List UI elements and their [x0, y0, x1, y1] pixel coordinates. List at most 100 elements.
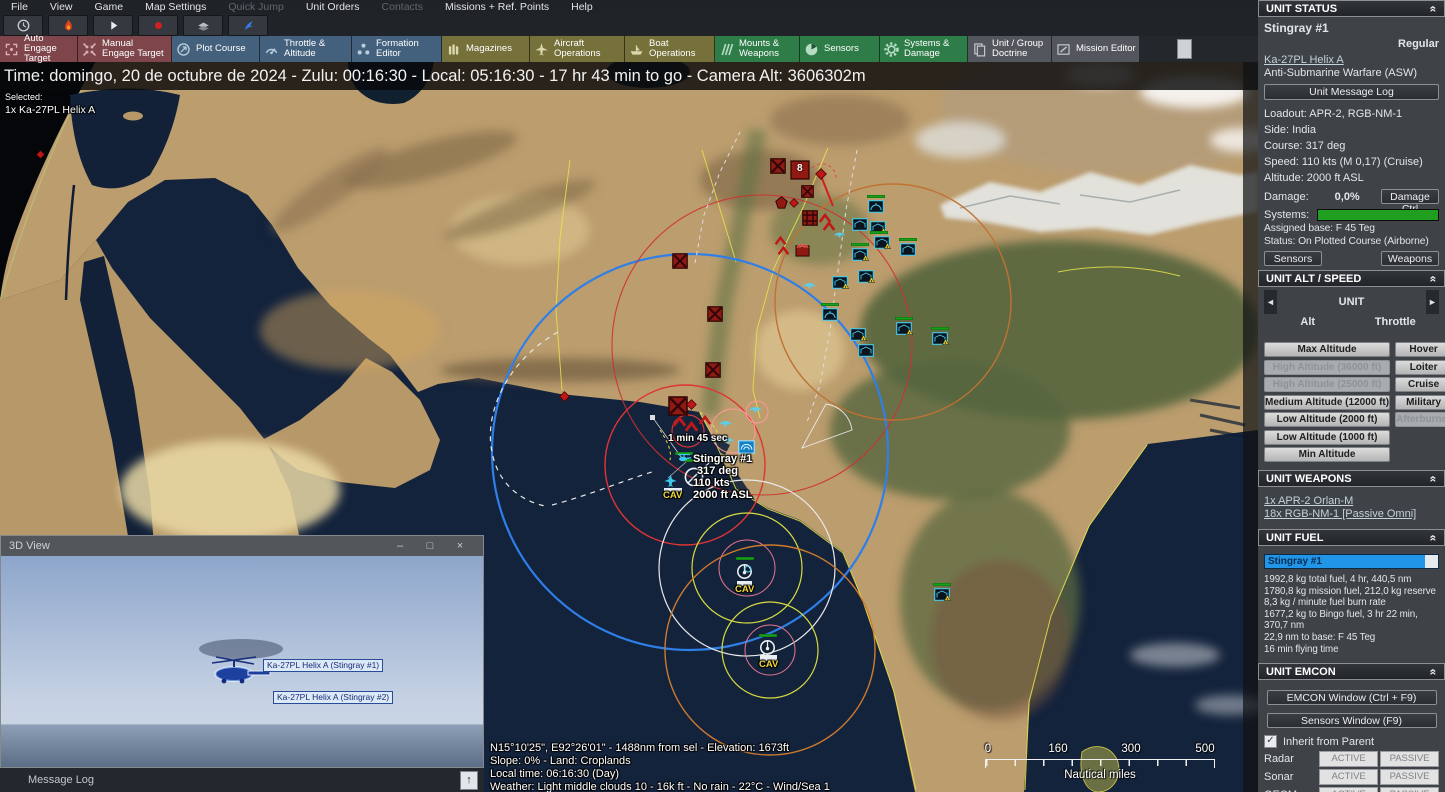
fuel-unit-selector[interactable]: Stingray #1 [1264, 554, 1439, 569]
throttle-military-button[interactable]: Military [1395, 395, 1445, 410]
throttle-hover-button[interactable]: Hover [1395, 342, 1445, 357]
close-icon[interactable]: × [445, 540, 475, 552]
throttle-loiter-button[interactable]: Loiter [1395, 360, 1445, 375]
menu-unit-orders[interactable]: Unit Orders [295, 1, 371, 13]
menu-help[interactable]: Help [560, 1, 604, 13]
loadout-line: Loadout: APR-2, RGB-NM-1 [1264, 108, 1439, 120]
alt-min-button[interactable]: Min Altitude [1264, 447, 1390, 462]
scope-prev-button[interactable]: ◄ [1264, 290, 1277, 314]
auto-engage-target-button[interactable]: Auto Engage Target [0, 36, 78, 62]
sea-horizon [1, 724, 483, 767]
formation-editor-button[interactable]: Formation Editor [352, 36, 442, 62]
unit-emcon-header[interactable]: UNIT EMCON« [1258, 663, 1445, 680]
throttle-icon [263, 41, 280, 58]
menu-view[interactable]: View [39, 1, 84, 13]
scale-tick-2: 300 [1121, 743, 1140, 755]
menu-missions-ref-points[interactable]: Missions + Ref. Points [434, 1, 560, 13]
menu-map-settings[interactable]: Map Settings [134, 1, 217, 13]
boat-operations-button[interactable]: Boat Operations [625, 36, 715, 62]
maximize-icon[interactable]: □ [415, 540, 445, 552]
plot-course-icon [175, 41, 192, 58]
clock-icon [16, 18, 31, 33]
formation-label-ship1: CAV [735, 584, 754, 595]
record-button[interactable] [138, 15, 178, 36]
play-button[interactable] [93, 15, 133, 36]
doctrine-icon [971, 41, 988, 58]
toolbar-overflow-button[interactable] [1177, 39, 1192, 59]
menu-file[interactable]: File [0, 1, 39, 13]
oecm-active-button[interactable]: ACTIVE [1319, 787, 1378, 792]
damage-value: 0,0% [1335, 191, 1360, 203]
minimize-icon[interactable]: – [385, 540, 415, 552]
fuel-selector-scroll[interactable] [1425, 555, 1438, 568]
sidebar-scrollbar[interactable] [1243, 0, 1258, 792]
message-log-bar[interactable]: Message Log ↑ [0, 768, 484, 792]
damage-label: Damage: [1264, 191, 1309, 203]
menu-game[interactable]: Game [84, 1, 135, 13]
toolbar-end [1140, 36, 1258, 62]
mounts-weapons-button[interactable]: Mounts & Weapons [715, 36, 800, 62]
status-line: Status: On Plotted Course (Airborne) [1264, 236, 1439, 247]
viewer-3d-titlebar[interactable]: 3D View – □ × [1, 536, 483, 556]
plot-course-button[interactable]: Plot Course [172, 36, 260, 62]
unit-weapons-header[interactable]: UNIT WEAPONS« [1258, 470, 1445, 487]
unit-speed-label: 110 kts [693, 477, 753, 489]
sensors-button-toolbar[interactable]: Sensors [800, 36, 880, 62]
layers-button[interactable] [183, 15, 223, 36]
radar-active-button[interactable]: ACTIVE [1319, 751, 1378, 767]
alt-max-button[interactable]: Max Altitude [1264, 342, 1390, 357]
damage-ctrl-button[interactable]: Damage Ctrl [1381, 189, 1439, 204]
weapons-button[interactable]: Weapons [1381, 251, 1439, 266]
unit-message-log-button[interactable]: Unit Message Log [1264, 84, 1439, 100]
emcon-window-button[interactable]: EMCON Window (Ctrl + F9) [1267, 690, 1437, 705]
fuel-unit-selected: Stingray #1 [1265, 555, 1425, 568]
collapse-chevron-icon[interactable]: « [1427, 275, 1441, 282]
fuel-line: 1992,8 kg total fuel, 4 hr, 440,5 nm [1264, 574, 1439, 586]
scale-tick-1: 160 [1048, 743, 1067, 755]
manual-engage-target-button[interactable]: Manual Engage Target [78, 36, 172, 62]
unit-status-header[interactable]: UNIT STATUS« [1258, 0, 1445, 17]
magazines-button[interactable]: Magazines [442, 36, 530, 62]
collapse-chevron-icon[interactable]: « [1427, 668, 1441, 675]
fuel-line: 8,3 kg / minute fuel burn rate [1264, 597, 1439, 609]
radar-passive-button[interactable]: PASSIVE [1380, 751, 1439, 767]
sonar-active-button[interactable]: ACTIVE [1319, 769, 1378, 785]
sensors-window-button[interactable]: Sensors Window (F9) [1267, 713, 1437, 728]
jump-pin-button[interactable] [228, 15, 268, 36]
unit-fuel-header[interactable]: UNIT FUEL« [1258, 529, 1445, 546]
mission-editor-button[interactable]: Mission Editor [1052, 36, 1140, 62]
weapon-link-2[interactable]: 18x RGB-NM-1 [Passive Omni] [1264, 508, 1416, 520]
unit-alt-speed-header[interactable]: UNIT ALT / SPEED« [1258, 270, 1445, 287]
heli-label-1: Ka-27PL Helix A (Stingray #1) [263, 659, 383, 672]
alt-low2000-button[interactable]: Low Altitude (2000 ft) [1264, 412, 1390, 427]
throttle-altitude-button[interactable]: Throttle & Altitude [260, 36, 352, 62]
inherit-parent-checkbox[interactable]: ✓ [1264, 735, 1277, 748]
mounts-icon [718, 41, 735, 58]
map-scale-bar: 0 160 300 500 Nautical miles [985, 743, 1215, 781]
unit-group-doctrine-button[interactable]: Unit / Group Doctrine [968, 36, 1052, 62]
sensors-button[interactable]: Sensors [1264, 251, 1322, 266]
weapon-link-1[interactable]: 1x APR-2 Orlan-M [1264, 495, 1353, 507]
oecm-passive-button[interactable]: PASSIVE [1380, 787, 1439, 792]
collapse-chevron-icon[interactable]: « [1427, 475, 1441, 482]
jump-pin-icon [241, 18, 256, 33]
unit-name-label: Stingray #1 [693, 453, 753, 465]
alt-medium-button[interactable]: Medium Altitude (12000 ft) [1264, 395, 1390, 410]
aircraft-type-link[interactable]: Ka-27PL Helix A [1264, 54, 1344, 66]
viewer-3d-scene[interactable]: Ka-27PL Helix A (Stingray #1) Ka-27PL He… [1, 556, 483, 767]
scope-next-button[interactable]: ► [1426, 290, 1439, 314]
viewer-3d-window[interactable]: 3D View – □ × Ka-27PL Helix A (Stingray … [0, 535, 484, 768]
play-icon [106, 18, 121, 33]
alt-high36-button: High Altitude (36000 ft) [1264, 360, 1390, 375]
systems-damage-button[interactable]: Systems & Damage [880, 36, 968, 62]
message-log-expand-button[interactable]: ↑ [460, 771, 478, 790]
flame-button[interactable] [48, 15, 88, 36]
throttle-column-label: Throttle [1352, 316, 1440, 328]
sonar-passive-button[interactable]: PASSIVE [1380, 769, 1439, 785]
unit-alt-speed-panel: ◄ UNIT ► Alt Throttle Max Altitude High … [1258, 287, 1445, 466]
collapse-chevron-icon[interactable]: « [1427, 5, 1441, 12]
alt-low1000-button[interactable]: Low Altitude (1000 ft) [1264, 430, 1390, 445]
throttle-cruise-button[interactable]: Cruise [1395, 377, 1445, 392]
collapse-chevron-icon[interactable]: « [1427, 534, 1441, 541]
aircraft-operations-button[interactable]: Aircraft Operations [530, 36, 625, 62]
